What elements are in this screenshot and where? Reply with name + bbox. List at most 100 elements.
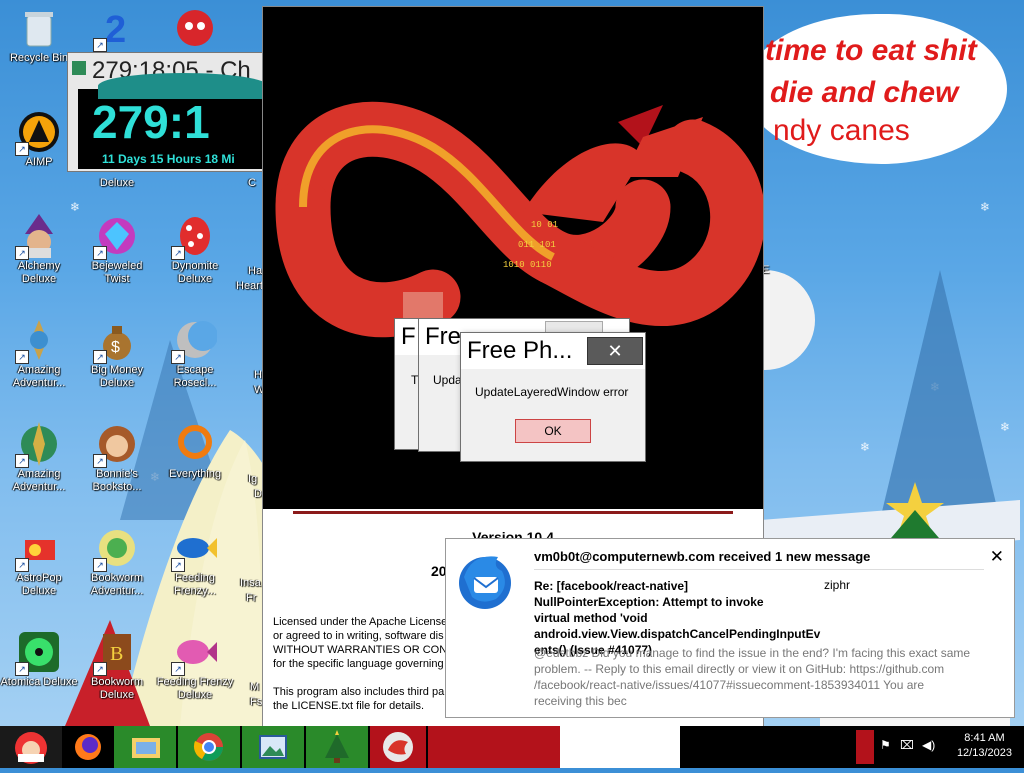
show-hidden-icons[interactable] — [856, 730, 874, 764]
desktop-icon-atomica-deluxe[interactable]: ↗ Atomica Deluxe — [0, 624, 78, 716]
desktop-icon-partial-insa[interactable]: Insa Fr — [234, 520, 264, 612]
desktop-icon-label: Amazing Adventur... — [12, 468, 66, 493]
desktop-icon-feeding-frenzy-deluxe[interactable]: ↗ Feeding Frenzy Deluxe — [156, 624, 234, 716]
desktop-icon-label: C — [248, 177, 256, 189]
error-dialog[interactable]: Free Ph... ✕ UpdateLayeredWindow error O… — [460, 332, 646, 462]
dialog-title: F — [401, 323, 416, 350]
fish-icon: ↗ — [171, 526, 217, 572]
desktop-icon-label: H — [254, 369, 262, 381]
close-icon[interactable]: ✕ — [587, 337, 643, 365]
firefox-icon — [75, 734, 101, 760]
folder-icon — [132, 738, 160, 758]
taskbar-christmas-tree[interactable] — [306, 726, 368, 768]
astropop-icon: ↗ — [15, 526, 61, 572]
clock-tray[interactable]: 8:41 AM 12/13/2023 — [957, 731, 1012, 761]
desktop-icon-label: D — [254, 488, 262, 500]
desktop-icon-feeding-frenzy[interactable]: ↗ Feeding Frenzy... — [156, 520, 234, 612]
atomica-radiation-icon: ↗ — [15, 630, 61, 676]
tray-time: 8:41 AM — [964, 732, 1005, 744]
desktop-icon-label: Insa — [240, 577, 261, 589]
taskbar-active-window-label[interactable] — [560, 726, 680, 768]
desktop-icon-label: Atomica Deluxe — [0, 676, 78, 688]
recycle-bin-icon — [17, 6, 61, 50]
svg-text:10 01: 10 01 — [531, 220, 558, 230]
error-message: UpdateLayeredWindow error — [475, 385, 629, 399]
desktop-icon-label: Ha — [248, 265, 263, 277]
notification-header: vm0b0t@computernewb.com received 1 new m… — [534, 549, 871, 564]
desktop-icon-alchemy-deluxe[interactable]: ↗ Alchemy Deluxe — [0, 208, 78, 300]
desktop-icon-label: Amazing Adventur... — [12, 364, 66, 389]
desktop-icon-everything[interactable]: Everything — [156, 416, 234, 508]
desktop-icon-label: Bookworm Adventur... — [90, 572, 144, 597]
desktop-icon-escape-rosecliff[interactable]: ↗ Escape Rosecl... — [156, 312, 234, 404]
aimp-icon: ↗ — [15, 110, 61, 156]
alchemy-wizard-icon: ↗ — [15, 214, 61, 260]
mail-notification[interactable]: vm0b0t@computernewb.com received 1 new m… — [445, 538, 1015, 718]
bonnie-face-icon: ↗ — [93, 422, 139, 468]
desktop-icon-amazing-adventures-2[interactable]: ↗ Amazing Adventur... — [0, 416, 78, 508]
speech-bubble: time to eat shit die and chew ndy canes — [745, 14, 1007, 164]
desktop-icon-bookworm-deluxe[interactable]: B ↗ Bookworm Deluxe — [78, 624, 156, 716]
bejeweled-gem-icon: ↗ — [93, 214, 139, 260]
desktop-icon-label: Dynomite Deluxe — [171, 260, 219, 285]
clock-time-display: 279:1 — [92, 96, 210, 148]
taskbar-active-window[interactable] — [428, 726, 560, 768]
desktop-icon-partial-ha[interactable]: Ha Heart — [234, 208, 264, 300]
desktop-icon-label: Escape Rosecl... — [173, 364, 217, 389]
clock-app-icon — [72, 61, 86, 75]
countdown-clock-widget[interactable]: 279:18:05 - Ch 279:1 11 Days 15 Hours 18… — [67, 52, 264, 172]
desktop-icon-label: Heart — [236, 280, 263, 292]
network-icon[interactable]: ⌧ — [900, 738, 914, 752]
desktop-icon-partial-h[interactable]: H W — [234, 312, 264, 404]
desktop-icon-bookworm-adventures[interactable]: ↗ Bookworm Adventur... — [78, 520, 156, 612]
volume-icon[interactable]: ◀) — [922, 738, 935, 752]
notification-divider — [534, 569, 984, 570]
desktop-icon-label: Fs — [250, 696, 263, 708]
desktop-icon-label: Everything — [169, 468, 221, 480]
splash-divider — [293, 511, 733, 514]
taskbar-firefox[interactable] — [64, 726, 112, 768]
close-icon[interactable]: ✕ — [990, 547, 1004, 567]
bubble-line-2: die and chew — [770, 76, 959, 109]
thunderbird-icon — [459, 556, 511, 609]
compass-globe-icon: ↗ — [15, 422, 61, 468]
taskbar-dragon-app[interactable] — [370, 726, 426, 768]
taskbar-photos[interactable] — [242, 726, 304, 768]
dialog-title: Fre — [425, 323, 461, 350]
desktop-icon-label: Bejeweled Twist — [91, 260, 143, 285]
desktop-icon-bejeweled-twist[interactable]: ↗ Bejeweled Twist — [78, 208, 156, 300]
svg-text:$: $ — [111, 339, 120, 356]
taskbar-chrome[interactable] — [178, 726, 240, 768]
desktop-icon-dynomite-deluxe[interactable]: ↗ Dynomite Deluxe — [156, 208, 234, 300]
desktop-icon-label: Bookworm Deluxe — [91, 676, 143, 701]
desktop-icon-partial-ig[interactable]: Ig D — [234, 416, 264, 508]
clock-remaining-text: 11 Days 15 Hours 18 Mi — [102, 152, 235, 166]
dialog-caption: Free Ph... ✕ — [461, 333, 645, 369]
desktop-icon-big-money-deluxe[interactable]: $ ↗ Big Money Deluxe — [78, 312, 156, 404]
desktop-icon-partial-m[interactable]: M Fs — [234, 624, 264, 716]
desktop-icon-label: Fr — [246, 592, 257, 604]
desktop-icon-label: Deluxe — [99, 177, 135, 189]
desktop-icon-label: Feeding Frenzy... — [174, 572, 216, 597]
dynomite-egg-icon: ↗ — [171, 214, 217, 260]
desktop-icon-label: AstroPop Deluxe — [16, 572, 62, 597]
dialog-text: Upda — [433, 373, 462, 387]
ok-button[interactable]: OK — [515, 419, 591, 443]
desktop-icon-label: Big Money Deluxe — [91, 364, 143, 389]
bubble-line-1: time to eat shit — [765, 34, 977, 67]
desktop-icon-astropop-deluxe[interactable]: ↗ AstroPop Deluxe — [0, 520, 78, 612]
santa-start-icon — [15, 732, 47, 764]
svg-text:2: 2 — [105, 9, 126, 50]
start-button[interactable] — [0, 726, 62, 768]
crescent-moon-icon: ↗ — [171, 318, 218, 364]
red-creature-icon — [173, 6, 217, 50]
flag-icon[interactable]: ⚑ — [880, 738, 891, 752]
desktop: ❄ ❄ ❄ ❄ ❄ ❄ ❄ ❄ ❄ ❄ time to eat shit die… — [0, 0, 1024, 726]
photo-viewer-icon — [259, 735, 287, 759]
desktop-icon-label: M — [250, 681, 260, 693]
taskbar-file-explorer[interactable] — [114, 726, 176, 768]
bubble-line-3: ndy canes — [773, 114, 910, 147]
desktop-icon-bonnies-bookstore[interactable]: ↗ Bonnie's Booksto... — [78, 416, 156, 508]
svg-text:011 101: 011 101 — [518, 240, 556, 250]
desktop-icon-amazing-adventures-1[interactable]: ↗ Amazing Adventur... — [0, 312, 78, 404]
